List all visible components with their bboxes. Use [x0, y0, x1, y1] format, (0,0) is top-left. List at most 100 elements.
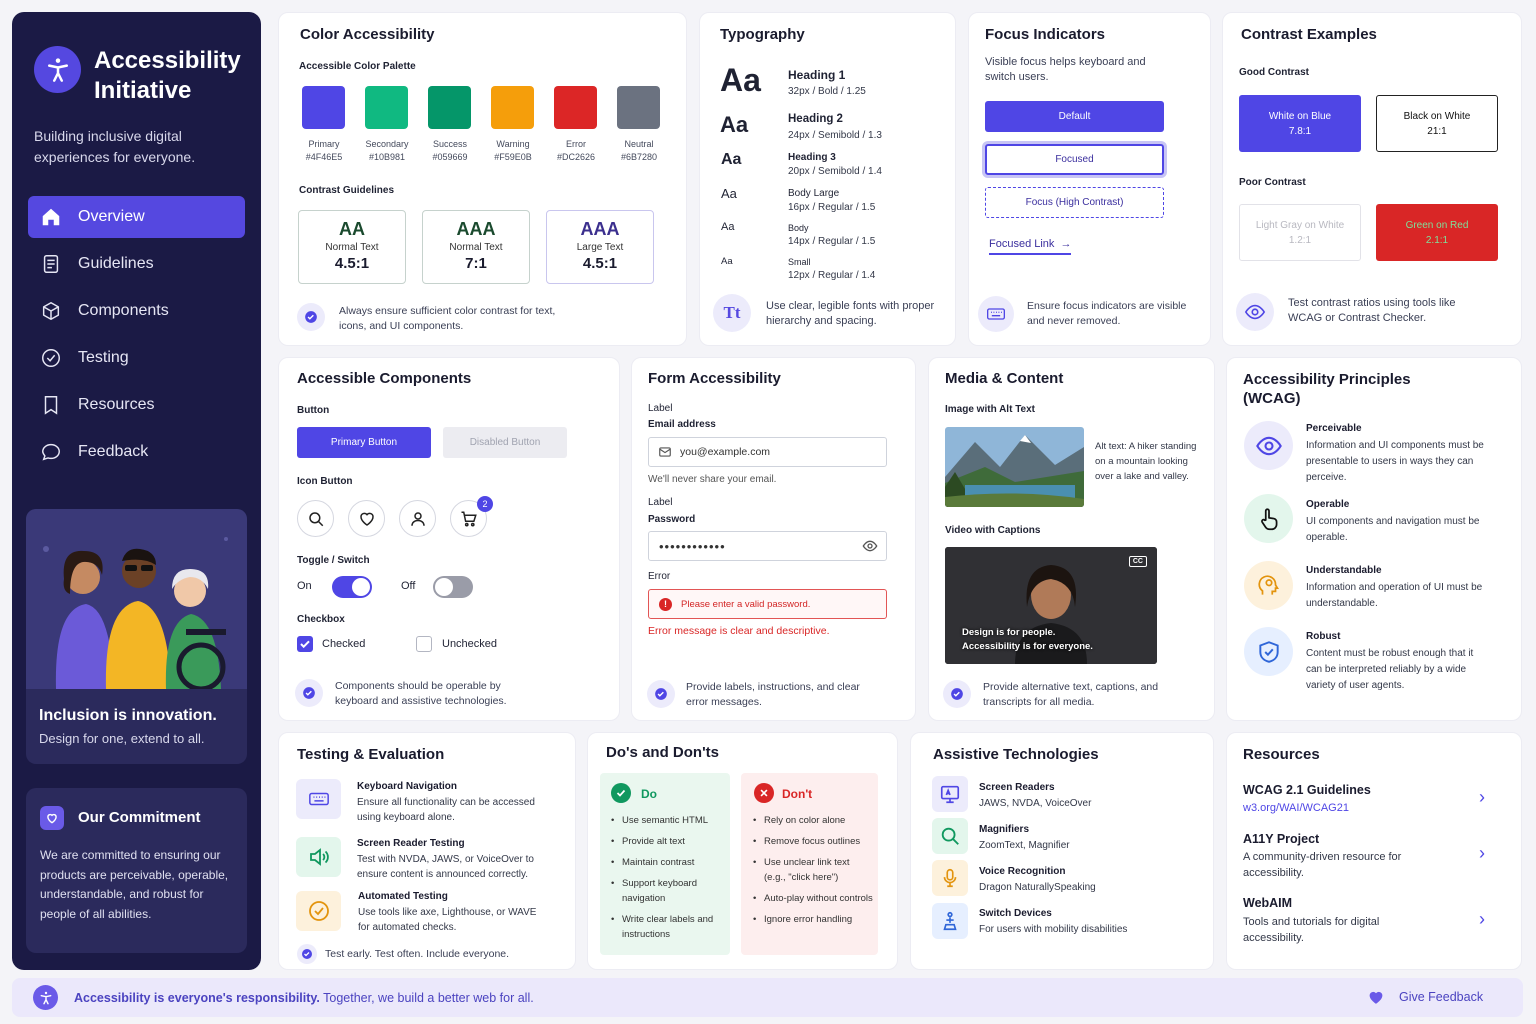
microphone-icon — [932, 860, 968, 896]
toggle-switch-on[interactable] — [332, 576, 372, 598]
principle-desc: UI components and navigation must be ope… — [1306, 516, 1480, 543]
example-ratio: 21:1 — [1427, 125, 1447, 137]
example-name: Black on White — [1403, 110, 1471, 122]
contrast-box: AAA Large Text 4.5:1 — [546, 210, 654, 284]
swatch-hex: #10B981 — [368, 152, 406, 162]
disabled-button[interactable]: Disabled Button — [443, 427, 567, 458]
section-label: Image with Alt Text — [945, 404, 1036, 415]
tip-text: Ensure focus indicators are visible and … — [1027, 300, 1187, 327]
heart-icon — [359, 512, 374, 526]
sidebar-item-components[interactable]: Components — [28, 290, 245, 332]
sidebar-item-resources[interactable]: Resources — [28, 384, 245, 426]
keyboard-icon — [978, 296, 1014, 332]
sidebar: Accessibility Initiative Building inclus… — [12, 12, 261, 970]
type-sample-h3: Aa — [721, 151, 742, 168]
resource-desc: A community-driven resource for accessib… — [1243, 851, 1402, 879]
contrast-example-black-on-white: Black on White 21:1 — [1376, 95, 1498, 152]
color-swatch-warning — [491, 86, 534, 129]
closed-captions-icon[interactable]: CC — [1128, 556, 1147, 567]
give-feedback-button[interactable]: Give Feedback — [1367, 988, 1483, 1006]
eye-icon[interactable] — [862, 538, 878, 554]
mountain-lake-image — [945, 427, 1084, 507]
bookmark-icon — [44, 396, 58, 415]
sidebar-item-feedback[interactable]: Feedback — [28, 431, 245, 473]
technology-name: Voice Recognition — [979, 866, 1066, 877]
swatch-label: Error #DC2626 — [546, 138, 606, 164]
error-label: Error — [648, 571, 671, 582]
sidebar-item-testing[interactable]: Testing — [28, 337, 245, 379]
commitment-title: Our Commitment — [78, 809, 201, 826]
section-label: Button — [297, 405, 330, 416]
chevron-right-icon[interactable]: › — [1479, 843, 1485, 864]
list-item: Remove focus outlines — [753, 834, 873, 849]
email-field[interactable]: you@example.com — [648, 437, 887, 467]
tip-text: Use clear, legible fonts with proper hie… — [766, 300, 935, 327]
mail-icon — [659, 447, 671, 457]
resource-name: A11Y Project — [1243, 832, 1320, 846]
card-title: Contrast Examples — [1241, 26, 1377, 43]
contrast-box: AA Normal Text 4.5:1 — [298, 210, 406, 284]
search-button[interactable] — [297, 500, 334, 537]
chevron-right-icon[interactable]: › — [1479, 787, 1485, 808]
error-field[interactable]: ! Please enter a valid password. — [648, 589, 887, 619]
type-spec: 24px / Semibold / 1.3 — [788, 130, 882, 141]
toggle-switch-off[interactable] — [433, 576, 473, 598]
example-name: White on Blue — [1268, 110, 1332, 122]
contrast-type: Large Text — [576, 242, 624, 253]
sidebar-item-label: Feedback — [78, 443, 149, 460]
sidebar-item-overview[interactable]: Overview — [28, 196, 245, 238]
example-ratio: 2.1:1 — [1425, 234, 1449, 246]
tip-text: Always ensure sufficient color contrast … — [339, 305, 556, 332]
tip-text: Provide labels, instructions, and clear … — [686, 681, 860, 708]
resource-name: WCAG 2.1 Guidelines — [1243, 783, 1371, 797]
principle-desc: Information and UI components must be pr… — [1306, 440, 1484, 483]
default-button[interactable]: Default — [985, 101, 1164, 132]
favorite-button[interactable] — [348, 500, 385, 537]
commitment-text: We are committed to ensuring our product… — [40, 848, 229, 921]
swatch-hex: #059669 — [432, 152, 468, 162]
video-player[interactable]: CC Design is for people. Accessibility i… — [945, 547, 1157, 664]
list-item: Auto-play without controls — [753, 891, 873, 906]
focus-description: Visible focus helps keyboard and switch … — [985, 56, 1146, 83]
form-label: Label — [648, 403, 673, 414]
footer-message-bold: Accessibility is everyone's responsibili… — [74, 991, 320, 1005]
swatch-name: Neutral — [624, 139, 654, 149]
check-badge-icon — [295, 679, 323, 707]
list-item: Maintain contrast — [611, 855, 723, 870]
app-title: Accessibility Initiative — [94, 47, 241, 104]
card-title: Resources — [1243, 746, 1320, 763]
checkbox-unchecked[interactable] — [416, 636, 432, 652]
resource-url[interactable]: w3.org/WAI/WCAG21 — [1243, 800, 1349, 816]
focused-link[interactable]: Focused Link → — [989, 238, 1072, 255]
technology-name: Screen Readers — [979, 782, 1055, 793]
type-spec: 14px / Regular / 1.5 — [788, 236, 876, 247]
contrast-ratio: 4.5:1 — [582, 255, 618, 272]
check-circle-icon — [611, 783, 631, 803]
sidebar-item-guidelines[interactable]: Guidelines — [28, 243, 245, 285]
focused-button[interactable]: Focused — [985, 144, 1164, 175]
chevron-right-icon[interactable]: › — [1479, 909, 1485, 930]
email-hint: We'll never share your email. — [648, 474, 777, 485]
password-field[interactable]: •••••••••••• — [648, 531, 887, 561]
search-icon — [308, 511, 323, 526]
sidebar-item-label: Guidelines — [78, 255, 154, 272]
heart-icon — [40, 806, 64, 830]
switch-device-icon — [932, 903, 968, 939]
type-sample-small: Aa — [721, 256, 733, 267]
tip-text: Provide alternative text, captions, and … — [983, 681, 1159, 708]
eye-icon — [1244, 421, 1293, 470]
test-method-name: Keyboard Navigation — [357, 781, 458, 792]
sidebar-nav: Overview Guidelines Components Testing R… — [28, 196, 245, 478]
alt-text-caption: Alt text: A hiker standing on a mountain… — [1095, 441, 1197, 482]
check-badge-icon — [297, 303, 325, 331]
password-value: •••••••••••• — [659, 538, 726, 554]
high-contrast-focus-button[interactable]: Focus (High Contrast) — [985, 187, 1164, 218]
primary-button[interactable]: Primary Button — [297, 427, 431, 458]
card-title: Focus Indicators — [985, 26, 1106, 43]
checkbox-checked[interactable] — [297, 636, 313, 652]
profile-button[interactable] — [399, 500, 436, 537]
swatch-label: Warning #F59E0B — [483, 138, 543, 164]
do-heading: Do — [641, 787, 657, 801]
footer-message-rest: Together, we build a better web for all. — [323, 991, 534, 1005]
swatch-hex: #6B7280 — [620, 152, 658, 162]
